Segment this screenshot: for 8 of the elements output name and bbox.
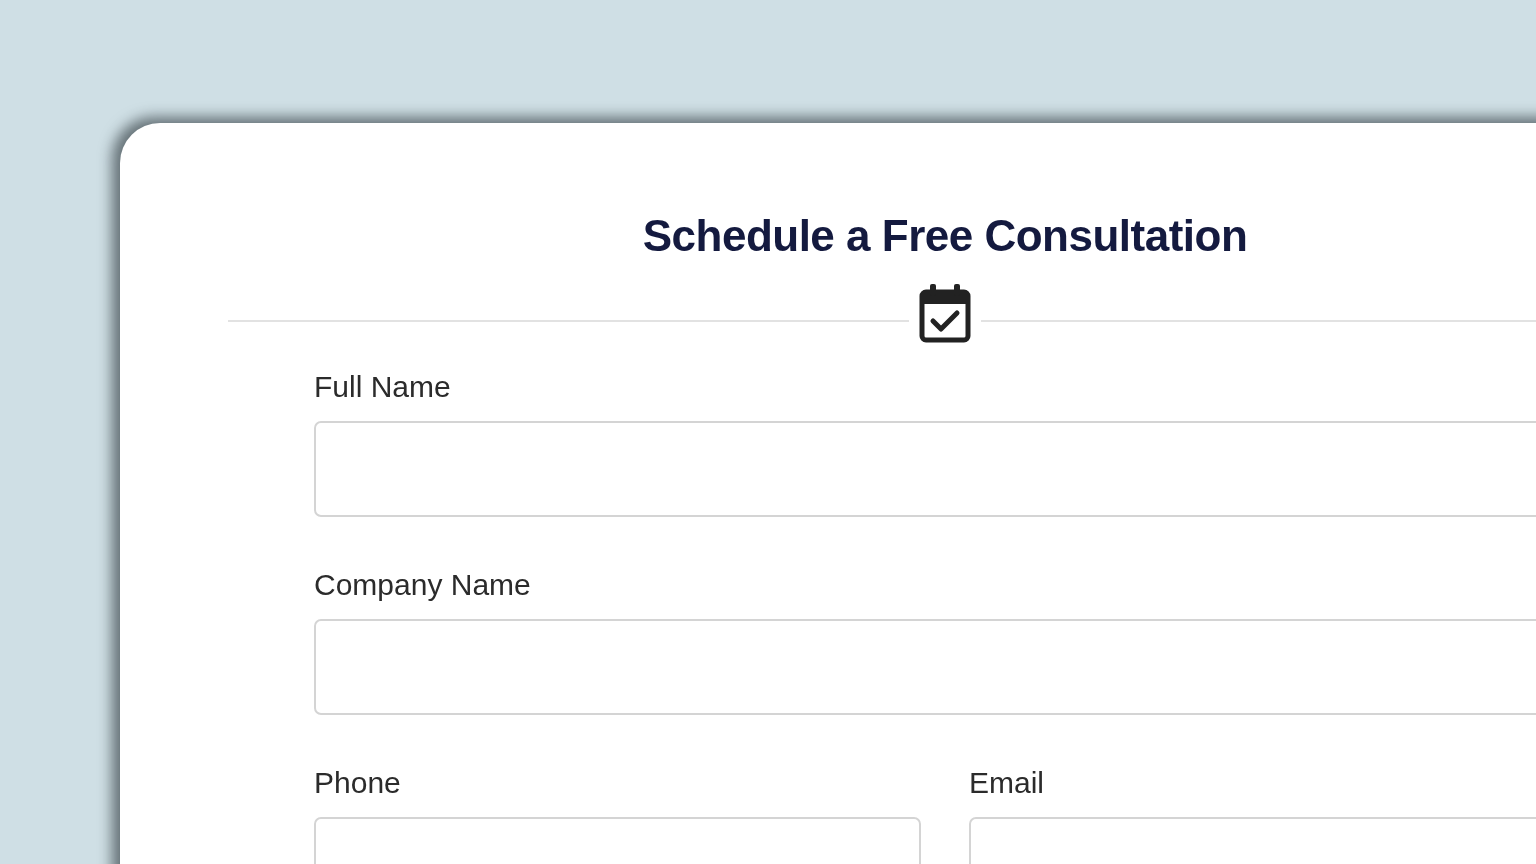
calendar-check-icon [919,283,971,343]
field-label: Email [969,765,1045,801]
field-label: Full Name [314,369,452,405]
field-label: Phone [314,765,402,801]
input-field[interactable] [314,619,1536,715]
form-title: Schedule a Free Consultation [641,210,1249,262]
field-label: Company Name [314,567,532,603]
input-field[interactable] [314,421,1536,517]
